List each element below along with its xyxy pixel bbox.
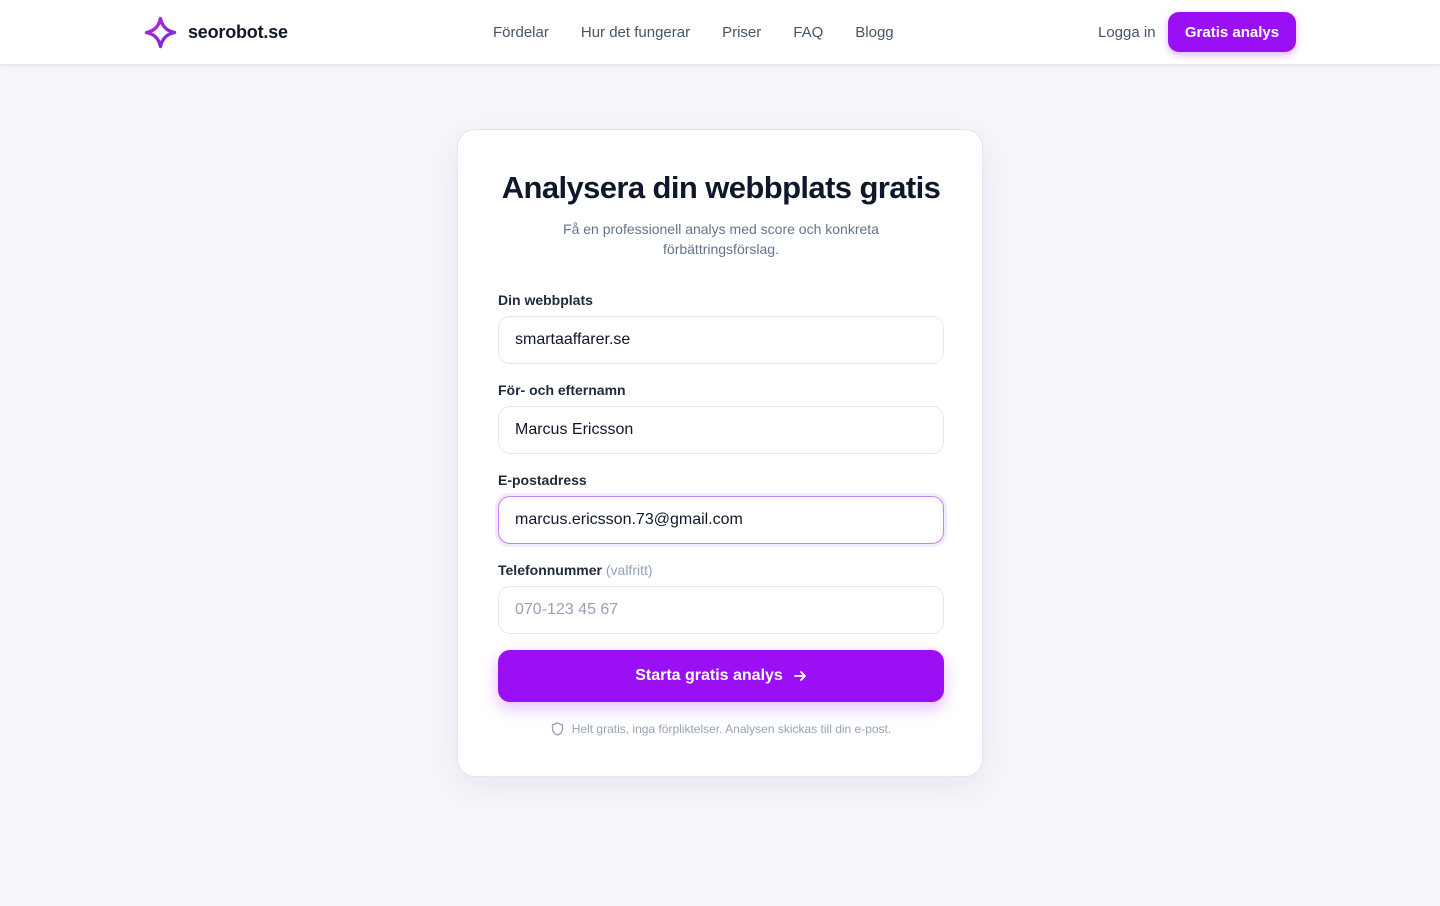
main-nav: Fördelar Hur det fungerar Priser FAQ Blo…: [493, 0, 894, 64]
email-label: E-postadress: [498, 472, 587, 488]
brand-name: seorobot.se: [188, 21, 288, 42]
free-analysis-nav-button[interactable]: Gratis analys: [1168, 12, 1296, 52]
login-link[interactable]: Logga in: [1098, 0, 1156, 64]
nav-link-faq[interactable]: FAQ: [793, 24, 823, 41]
phone-optional-hint: (valfritt): [605, 562, 653, 578]
website-label: Din webbplats: [498, 292, 593, 308]
disclaimer-text: Helt gratis, inga förpliktelser. Analyse…: [571, 722, 892, 736]
start-analysis-button[interactable]: Starta gratis analys: [498, 650, 944, 702]
phone-label-text: Telefonnummer: [498, 562, 602, 578]
start-analysis-label: Starta gratis analys: [635, 667, 783, 684]
email-input[interactable]: [498, 496, 944, 544]
analysis-form-card: Analysera din webbplats gratis Få en pro…: [457, 129, 983, 777]
name-label: För- och efternamn: [498, 382, 626, 398]
phone-label: Telefonnummer (valfritt): [498, 560, 653, 580]
nav-link-priser[interactable]: Priser: [722, 24, 761, 41]
arrow-right-icon: [793, 669, 807, 683]
nav-link-fordelar[interactable]: Fördelar: [493, 24, 549, 41]
shield-icon: [551, 722, 564, 736]
phone-input[interactable]: [498, 586, 944, 634]
top-navbar: seorobot.se Fördelar Hur det fungerar Pr…: [0, 0, 1440, 65]
brand-logo-link[interactable]: seorobot.se: [144, 16, 288, 48]
nav-link-hur-det-fungerar[interactable]: Hur det fungerar: [581, 24, 690, 41]
name-input[interactable]: [498, 406, 944, 454]
nav-link-blogg[interactable]: Blogg: [855, 24, 893, 41]
website-input[interactable]: [498, 316, 944, 364]
disclaimer: Helt gratis, inga förpliktelser. Analyse…: [458, 720, 984, 738]
sparkle-star-icon: [144, 16, 177, 49]
form-title: Analysera din webbplats gratis: [501, 170, 941, 205]
form-subtitle: Få en professionell analys med score och…: [563, 221, 879, 257]
